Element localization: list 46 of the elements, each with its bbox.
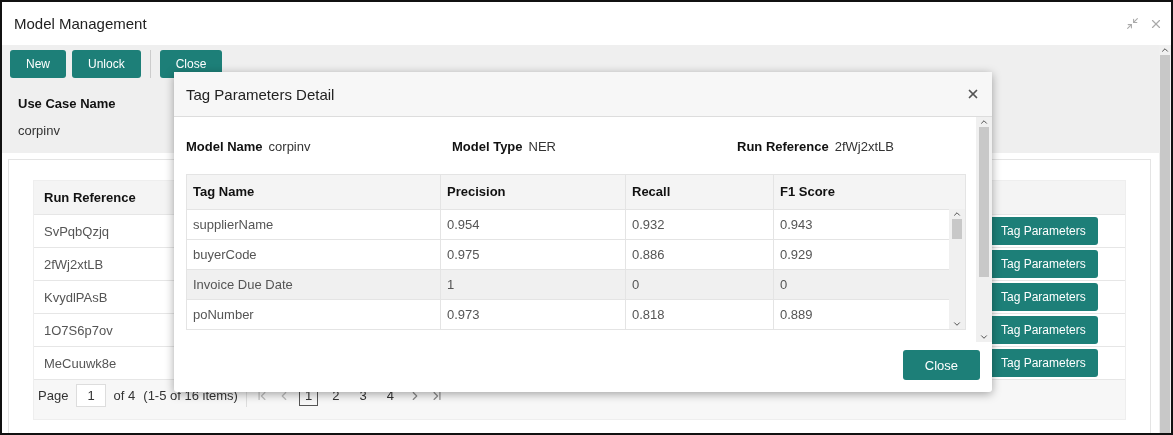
dialog-title: Tag Parameters Detail <box>186 85 335 103</box>
scroll-up-icon[interactable] <box>1160 45 1170 55</box>
scroll-down-icon[interactable] <box>952 319 962 329</box>
field-label: Run Reference <box>737 139 829 154</box>
close-icon[interactable] <box>966 87 980 101</box>
column-header: Tag Name <box>187 175 440 209</box>
page-input[interactable]: 1 <box>76 384 106 407</box>
table-cell: 0.818 <box>625 299 773 329</box>
field-value: NER <box>528 139 556 154</box>
scroll-up-icon[interactable] <box>979 117 989 127</box>
table-cell: 0 <box>773 269 949 299</box>
page-label: Page <box>38 388 69 403</box>
scroll-thumb[interactable] <box>1160 55 1170 433</box>
table-cell: 0.975 <box>440 239 625 269</box>
scrollbar[interactable] <box>1159 45 1171 433</box>
scroll-up-icon[interactable] <box>952 209 962 219</box>
table-cell: 1 <box>440 269 625 299</box>
field-value: corpinv <box>18 123 60 138</box>
toolbar-button[interactable]: New <box>10 50 66 78</box>
scroll-down-icon[interactable] <box>979 332 989 342</box>
table-cell: 0.943 <box>773 209 949 239</box>
toolbar-button[interactable]: Unlock <box>72 50 141 78</box>
table-cell: 0.929 <box>773 239 949 269</box>
scroll-thumb[interactable] <box>979 127 989 277</box>
page-total: of 4 <box>113 388 136 403</box>
table-cell: Invoice Due Date <box>187 269 440 299</box>
column-header: Precision <box>440 175 625 209</box>
field-label: Model Type <box>452 139 523 154</box>
table-cell: 0.973 <box>440 299 625 329</box>
table-cell: 0.886 <box>625 239 773 269</box>
scrollbar[interactable] <box>949 209 965 329</box>
column-header: Recall <box>625 175 773 209</box>
table-cell: 0.954 <box>440 209 625 239</box>
table-cell: 0.932 <box>625 209 773 239</box>
field-value: corpinv <box>268 139 311 154</box>
column-header: F1 Score <box>773 175 965 209</box>
field-label: Model Name <box>186 139 263 154</box>
minimize-icon[interactable] <box>1126 17 1139 30</box>
field-value: 2fWj2xtLB <box>834 139 894 154</box>
close-button[interactable]: Close <box>902 350 980 380</box>
scrollbar[interactable] <box>976 117 992 342</box>
scroll-thumb[interactable] <box>952 219 962 239</box>
window-title: Model Management <box>14 15 147 32</box>
table-cell: 0.889 <box>773 299 949 329</box>
table-cell: 0 <box>625 269 773 299</box>
field-label: Use Case Name <box>18 96 116 111</box>
